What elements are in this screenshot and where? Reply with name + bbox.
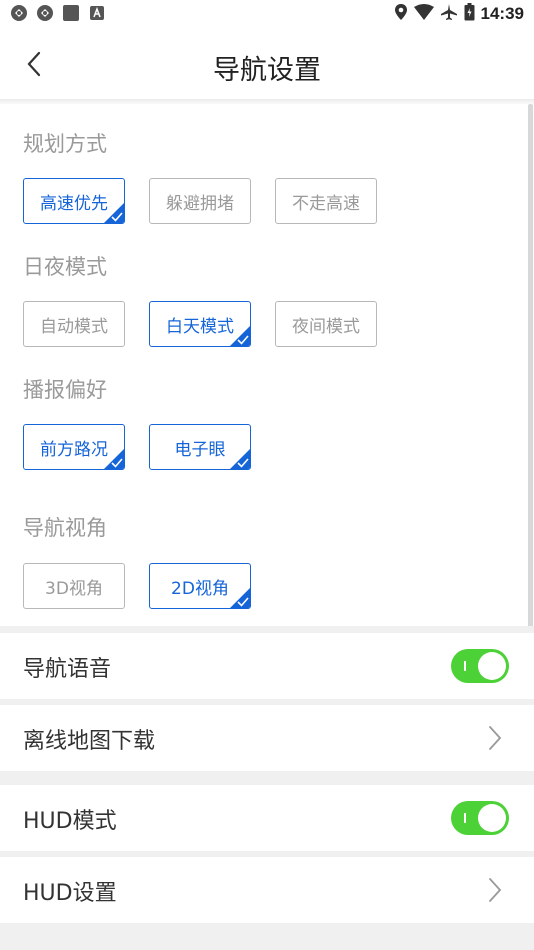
option-label: 前方路况 [40,439,108,460]
route-option-no-highway[interactable]: 不走高速 [275,178,377,224]
view-section-title: 导航视角 [23,516,107,540]
option-label: 自动模式 [40,316,108,337]
chevron-right-icon [489,726,502,750]
app-header: 导航设置 [0,28,534,100]
a-badge-icon [88,4,106,22]
view-option-2d[interactable]: 2D视角 [149,563,251,609]
square-icon [62,4,80,22]
status-bar: 14:39 [0,0,534,28]
option-label: 夜间模式 [292,316,360,337]
toggle-knob [478,652,506,680]
chevron-right-icon [489,878,502,902]
check-icon [111,212,123,222]
check-icon [111,458,123,468]
section-divider [0,850,534,857]
airplane-icon [440,3,458,25]
daynight-section-title: 日夜模式 [23,255,107,279]
section-divider [0,698,534,705]
section-divider [0,771,534,785]
header-divider [0,99,534,104]
broadcast-option-traffic-ahead[interactable]: 前方路况 [23,424,125,470]
broadcast-section-title: 播报偏好 [23,378,107,402]
option-label: 电子眼 [174,439,226,460]
toggle-knob [478,804,506,832]
row-label: 导航语音 [23,657,112,682]
view-option-3d[interactable]: 3D视角 [23,563,125,609]
row-label: 离线地图下载 [23,729,156,754]
location-icon [394,3,408,25]
row-offline-map[interactable]: 离线地图下载 [0,705,534,771]
daynight-option-day[interactable]: 白天模式 [149,301,251,347]
check-icon [237,597,249,607]
section-divider [0,626,534,633]
row-hud-settings[interactable]: HUD设置 [0,857,534,923]
page-title: 导航设置 [213,55,321,86]
route-option-avoid-congestion[interactable]: 躲避拥堵 [149,178,251,224]
row-label: HUD设置 [23,881,117,906]
option-label: 白天模式 [166,316,234,337]
option-label: 躲避拥堵 [166,193,234,214]
row-label: HUD模式 [23,809,117,834]
daynight-option-auto[interactable]: 自动模式 [23,301,125,347]
hud-mode-toggle[interactable] [451,801,509,835]
wifi-icon [413,4,434,24]
check-icon [237,458,249,468]
status-time: 14:39 [480,4,524,23]
row-nav-voice: 导航语音 [0,633,534,699]
option-label: 2D视角 [171,578,229,599]
sync-icon [36,4,54,22]
option-label: 3D视角 [45,578,103,599]
battery-icon [464,3,475,25]
check-icon [237,335,249,345]
option-label: 高速优先 [40,193,108,214]
daynight-option-night[interactable]: 夜间模式 [275,301,377,347]
row-hud-mode: HUD模式 [0,785,534,851]
sync-icon [10,4,28,22]
section-divider [0,922,534,950]
route-section-title: 规划方式 [23,132,107,156]
route-option-highway[interactable]: 高速优先 [23,178,125,224]
nav-voice-toggle[interactable] [451,649,509,683]
option-label: 不走高速 [292,193,360,214]
broadcast-option-speed-camera[interactable]: 电子眼 [149,424,251,470]
